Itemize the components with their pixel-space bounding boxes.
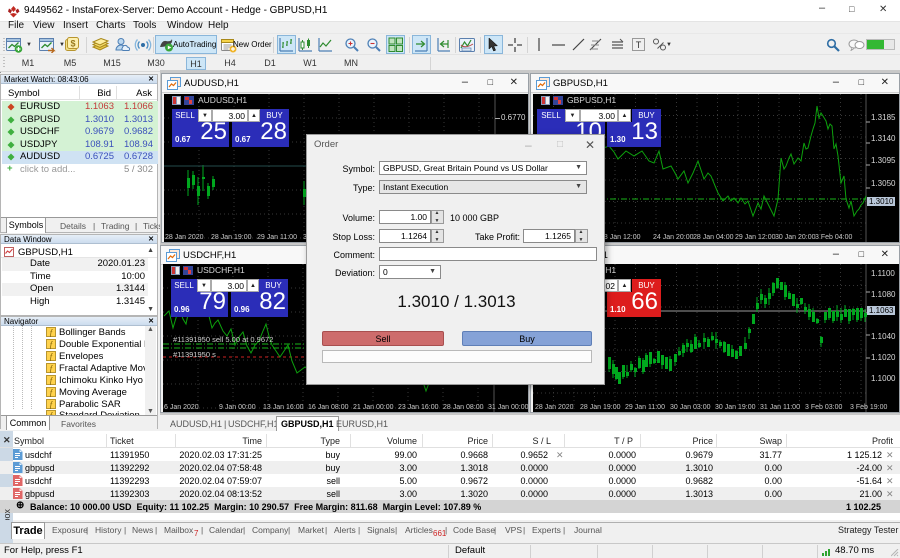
svg-text:T: T [636, 40, 642, 50]
svg-text:$: $ [70, 39, 75, 49]
